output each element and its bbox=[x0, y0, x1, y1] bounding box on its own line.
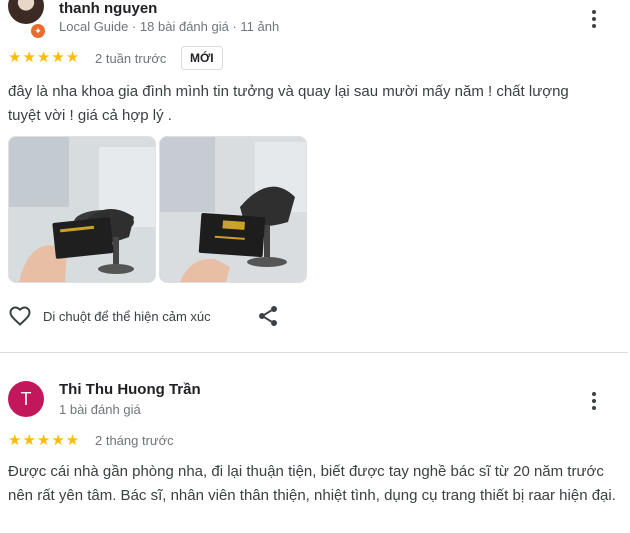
review-divider bbox=[0, 352, 628, 353]
review-text: Được cái nhà gần phòng nha, đi lại thuận… bbox=[8, 463, 616, 504]
reviewer-name[interactable]: thanh nguyen bbox=[59, 0, 157, 17]
star-rating: ★★★★★ bbox=[8, 432, 81, 449]
review-photo[interactable] bbox=[8, 136, 156, 283]
more-options-button[interactable] bbox=[582, 389, 606, 413]
more-options-button[interactable] bbox=[582, 7, 606, 31]
reviewer-avatar[interactable] bbox=[8, 0, 44, 24]
reviewer-meta: 1 bài đánh giá bbox=[59, 402, 141, 417]
reaction-hint: Di chuột để thể hiện cảm xúc bbox=[43, 309, 211, 324]
reviewer-name[interactable]: Thi Thu Huong Trần bbox=[59, 381, 201, 398]
review-photo-image bbox=[160, 137, 306, 282]
new-badge: MỚI bbox=[181, 46, 223, 70]
reviewer-avatar[interactable]: T bbox=[8, 381, 44, 417]
heart-icon[interactable] bbox=[8, 304, 32, 328]
review-text: đây là nha khoa gia đình mình tin tưởng … bbox=[8, 83, 569, 124]
star-rating: ★★★★★ bbox=[8, 49, 81, 66]
review-time: 2 tuần trước bbox=[95, 51, 167, 66]
review-time: 2 tháng trước bbox=[95, 433, 174, 448]
reviewer-meta: Local Guide · 18 bài đánh giá · 11 ảnh bbox=[59, 19, 280, 34]
review-photo[interactable] bbox=[159, 136, 307, 283]
share-icon[interactable] bbox=[256, 304, 280, 328]
review-photo-image bbox=[9, 137, 155, 282]
local-guide-badge-icon: ✦ bbox=[29, 22, 47, 40]
